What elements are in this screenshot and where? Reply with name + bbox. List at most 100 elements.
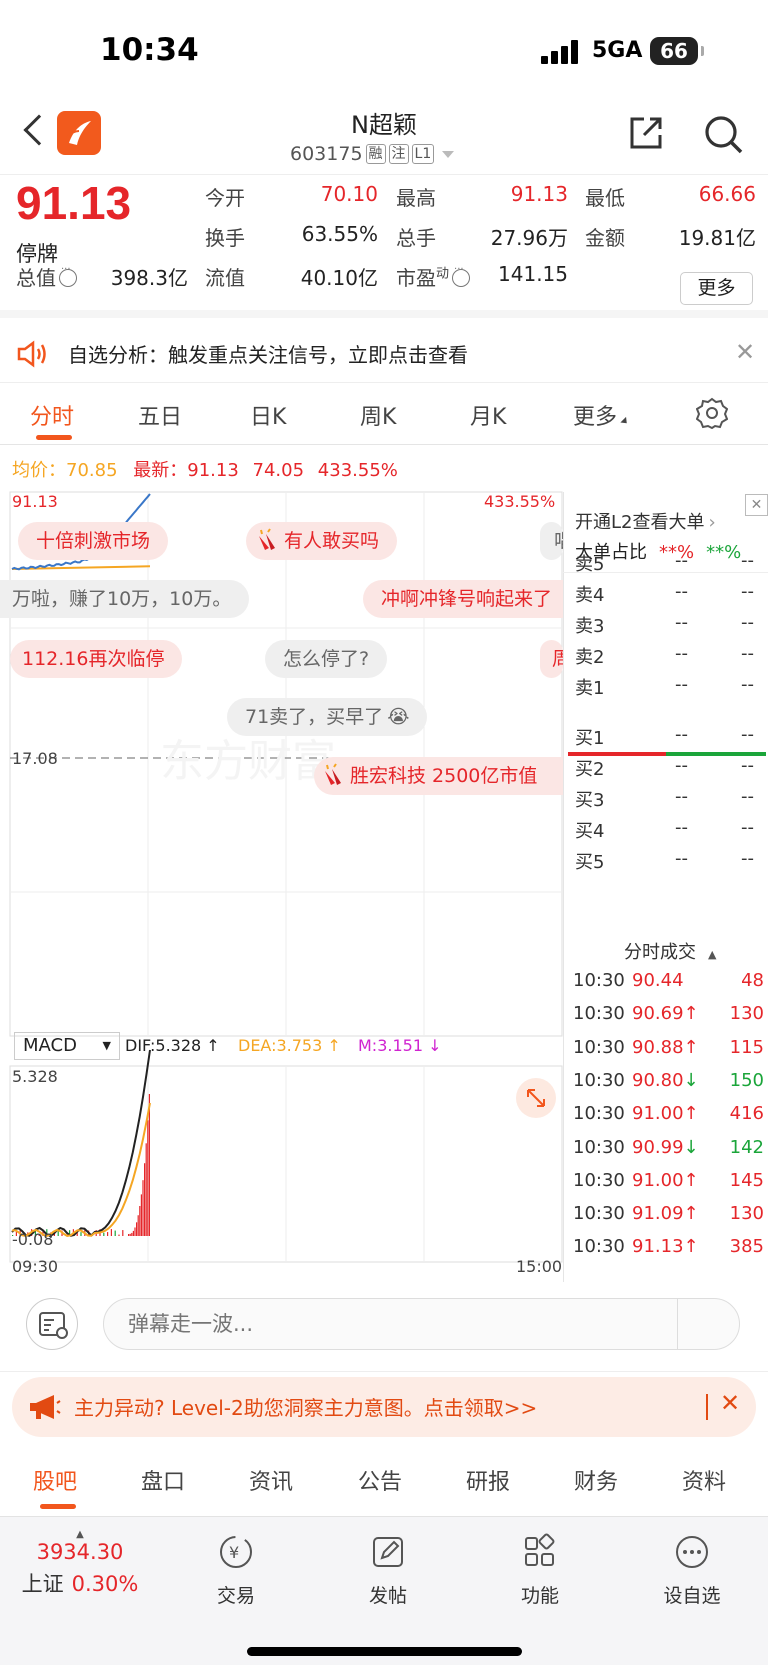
index-widget[interactable]: ▲ 3934.30 上证 0.30% — [20, 1529, 140, 1598]
stock-code-row[interactable]: 603175 融 注 L1 — [290, 143, 455, 165]
danmu-input-box[interactable]: 弹 — [103, 1298, 740, 1350]
gear-icon[interactable] — [696, 397, 728, 429]
watermark: 东方财富 — [160, 736, 336, 787]
post-button[interactable]: 发帖 — [338, 1533, 438, 1608]
search-icon[interactable] — [702, 113, 744, 155]
pe-row: 市盈动 — [396, 262, 471, 291]
danmu-input-bar: 弹 — [0, 1280, 768, 1372]
close-icon[interactable]: ✕ — [735, 338, 755, 366]
danmu-input[interactable] — [128, 1299, 648, 1349]
tab-monthly-k[interactable]: 月K — [470, 399, 506, 431]
add-watchlist-button[interactable]: 设自选 — [642, 1533, 742, 1608]
ticks-header[interactable]: 分时成交 ▲ — [624, 938, 716, 964]
chart-tabs: 分时 五日 日K 周K 月K 更多 — [0, 385, 768, 445]
tab-intraday[interactable]: 分时 — [30, 399, 74, 431]
danmu-bubble[interactable]: 112.16再次临停 — [10, 640, 183, 678]
macd-bar — [139, 1206, 141, 1236]
tab-daily-k[interactable]: 日K — [250, 399, 286, 431]
close-icon[interactable]: ✕ — [745, 494, 768, 516]
float-label: 流值 — [205, 266, 245, 290]
tick-price: 91.09↑ — [632, 1203, 699, 1225]
bid-volume: -- — [741, 786, 754, 807]
macd-bar — [144, 1163, 146, 1236]
more-button[interactable]: 更多 — [680, 272, 753, 305]
danmu-bubble[interactable]: 71卖了，买早了 😭 — [227, 698, 428, 736]
battery-icon: 66 — [650, 37, 704, 65]
tick-volume: 416 — [729, 1103, 764, 1125]
high-value: 91.13 — [510, 182, 568, 206]
l2-link[interactable]: 开通L2查看大单 › — [575, 508, 716, 534]
bid-level: 买5 — [575, 852, 605, 873]
danmu-bubble[interactable]: 唱 — [540, 522, 563, 560]
bottom-bar: ▲ 3934.30 上证 0.30% ¥ 交易 发帖 功能 设自选 — [0, 1516, 768, 1665]
danmu-bubble[interactable]: 冲啊冲锋号响起来了 — [363, 580, 563, 618]
close-icon[interactable]: ✕ — [720, 1389, 740, 1417]
tab-more[interactable]: 更多 — [573, 399, 630, 431]
danmu-text: 有人敢买吗 — [284, 530, 380, 552]
tick-time: 10:30 — [573, 1069, 625, 1091]
top-pct-label: 433.55% — [484, 492, 556, 511]
tab-finance[interactable]: 财务 — [574, 1464, 618, 1496]
indicator-select[interactable]: MACD ▼ — [14, 1032, 120, 1060]
ask-volume: -- — [741, 612, 754, 633]
expand-icon[interactable] — [516, 1078, 556, 1118]
tick-volume: 385 — [729, 1236, 764, 1258]
volume-label: 总手 — [396, 226, 436, 250]
caret-up-icon: ▲ — [76, 1529, 84, 1540]
promo-text: 主力异动? Level-2助您洞察主力意图。点击领取>> — [74, 1396, 538, 1420]
danmu-bubble[interactable]: 十倍刺激市场 — [18, 522, 169, 560]
tick-time: 10:30 — [573, 1203, 625, 1225]
macd-bar — [118, 1234, 120, 1236]
big-order-green: **% — [706, 542, 742, 563]
macd-bar — [114, 1230, 116, 1236]
pe-label: 市盈 — [396, 266, 436, 290]
tick-volume: 145 — [729, 1169, 764, 1191]
info-icon[interactable] — [59, 264, 77, 287]
functions-button[interactable]: 功能 — [490, 1533, 590, 1608]
danmu-bubble[interactable]: 胜宏科技 2500亿市值 — [314, 757, 563, 795]
danmu-bubble[interactable]: 怎么停了? — [265, 640, 388, 678]
bid-price: -- — [675, 817, 688, 838]
tab-profile[interactable]: 资料 — [682, 1464, 726, 1496]
trade-button[interactable]: ¥ 交易 — [186, 1533, 286, 1608]
danmu-settings-icon[interactable] — [26, 1298, 78, 1350]
tick-time: 10:30 — [573, 1003, 625, 1025]
tick-time: 10:30 — [573, 970, 625, 991]
megaphone-icon — [30, 1395, 61, 1419]
alert-text: 自选分析：触发重点关注信号，立即点击查看 — [68, 343, 468, 367]
pe-value: 141.15 — [498, 262, 568, 286]
chevron-down-icon: ▼ — [102, 1039, 111, 1052]
danmu-bubble[interactable]: 周 — [540, 640, 563, 678]
tab-news[interactable]: 资讯 — [249, 1464, 293, 1496]
tab-weekly-k[interactable]: 周K — [360, 399, 396, 431]
arrow-down-icon: ↓ — [683, 1069, 699, 1091]
tick-price: 90.99↓ — [632, 1136, 699, 1158]
mktcap-label: 总值 — [16, 266, 56, 290]
tab-research[interactable]: 研报 — [466, 1464, 510, 1496]
bid-price: -- — [675, 724, 688, 745]
post-label: 发帖 — [368, 1585, 407, 1607]
macd-bar — [107, 1232, 109, 1236]
caret-icon — [620, 416, 630, 427]
turnover-label: 换手 — [205, 226, 245, 250]
content-tabs: 股吧 盘口 资讯 公告 研报 财务 资料 — [0, 1448, 768, 1510]
danmu-bubble[interactable]: 有人敢买吗 — [246, 522, 398, 560]
functions-label: 功能 — [520, 1585, 559, 1607]
promo-banner[interactable]: 主力异动? Level-2助您洞察主力意图。点击领取>> ✕ — [12, 1377, 756, 1437]
grid-icon — [525, 1533, 555, 1566]
tab-five-day[interactable]: 五日 — [138, 399, 182, 431]
tab-guba[interactable]: 股吧 — [33, 1464, 77, 1496]
bid-volume: -- — [741, 848, 754, 869]
amount-label: 金额 — [585, 226, 625, 250]
danmu-bubble[interactable]: 万啦，赚了10万，10万。 — [0, 580, 250, 618]
tab-announcements[interactable]: 公告 — [358, 1464, 402, 1496]
change-value: 74.05 — [252, 460, 305, 481]
share-icon[interactable] — [626, 113, 666, 153]
tab-pankou[interactable]: 盘口 — [141, 1464, 185, 1496]
macd-bar — [140, 1194, 142, 1236]
info-icon[interactable] — [452, 264, 471, 287]
alert-banner[interactable]: 自选分析：触发重点关注信号，立即点击查看 ✕ — [0, 326, 768, 383]
low-label: 最低 — [585, 186, 625, 210]
danmu-text: 胜宏科技 2500亿市值 — [350, 765, 538, 787]
bid-level: 买4 — [575, 821, 605, 842]
